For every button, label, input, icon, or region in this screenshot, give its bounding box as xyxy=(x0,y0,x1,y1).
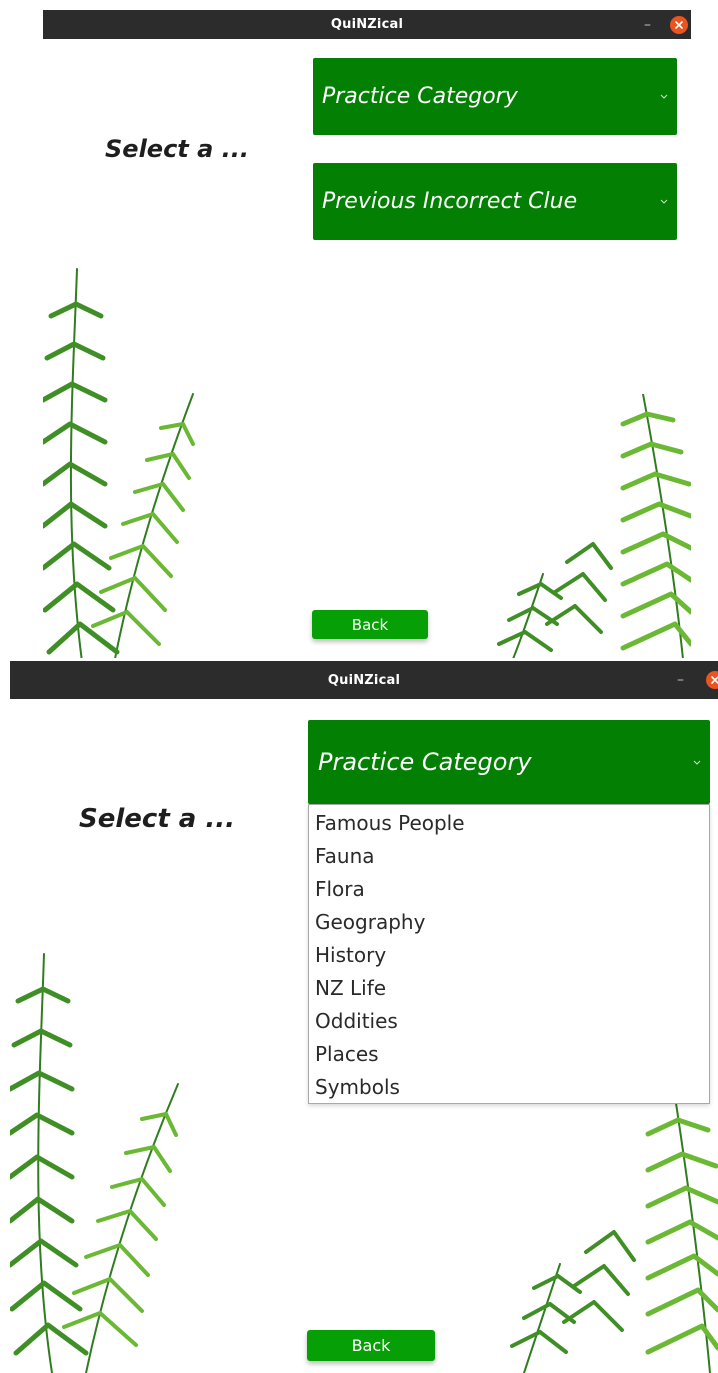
app-window-dropdown-open: QuiNZical – Select a ... Practice Catego… xyxy=(10,661,718,1373)
window-content: Select a ... Practice Category Famous Pe… xyxy=(10,699,718,1373)
back-button[interactable]: Back xyxy=(307,1330,435,1361)
window-title: QuiNZical xyxy=(330,17,404,32)
fern-right-image xyxy=(497,394,691,658)
dropdown-option-fauna[interactable]: Fauna xyxy=(309,840,709,873)
chevron-down-icon xyxy=(692,757,702,767)
window-titlebar[interactable]: QuiNZical – xyxy=(43,10,691,39)
back-button[interactable]: Back xyxy=(312,610,428,639)
fern-left-image xyxy=(43,268,195,658)
app-window-main: QuiNZical – Select a ... Practice Catego… xyxy=(43,10,691,658)
chevron-down-icon xyxy=(659,92,669,102)
close-icon[interactable] xyxy=(670,15,688,34)
practice-category-combo-label: Practice Category xyxy=(318,748,532,776)
dropdown-option-geography[interactable]: Geography xyxy=(309,906,709,939)
chevron-down-icon xyxy=(659,197,669,207)
window-content: Select a ... Practice Category Previous … xyxy=(43,39,691,658)
minimize-icon[interactable]: – xyxy=(644,17,651,33)
dropdown-option-flora[interactable]: Flora xyxy=(309,873,709,906)
select-prompt-label: Select a ... xyxy=(79,804,236,834)
dropdown-option-nz-life[interactable]: NZ Life xyxy=(309,972,709,1005)
fern-left-image xyxy=(10,953,179,1373)
practice-category-combo-label: Practice Category xyxy=(322,84,518,109)
previous-incorrect-clue-combo[interactable]: Previous Incorrect Clue xyxy=(313,163,677,240)
window-titlebar[interactable]: QuiNZical – xyxy=(10,661,718,699)
dropdown-option-famous-people[interactable]: Famous People xyxy=(309,807,709,840)
practice-category-combo[interactable]: Practice Category xyxy=(313,58,677,135)
category-dropdown-list[interactable]: Famous People Fauna Flora Geography Hist… xyxy=(308,804,710,1104)
window-title: QuiNZical xyxy=(327,672,401,688)
dropdown-option-oddities[interactable]: Oddities xyxy=(309,1005,709,1038)
close-icon[interactable] xyxy=(706,671,718,689)
dropdown-option-symbols[interactable]: Symbols xyxy=(309,1071,709,1104)
dropdown-option-places[interactable]: Places xyxy=(309,1038,709,1071)
fern-right-image xyxy=(510,1064,718,1373)
practice-category-combo[interactable]: Practice Category xyxy=(308,720,710,804)
select-prompt-label: Select a ... xyxy=(105,135,250,163)
minimize-icon[interactable]: – xyxy=(677,672,684,688)
dropdown-option-history[interactable]: History xyxy=(309,939,709,972)
previous-incorrect-clue-combo-label: Previous Incorrect Clue xyxy=(322,189,578,214)
